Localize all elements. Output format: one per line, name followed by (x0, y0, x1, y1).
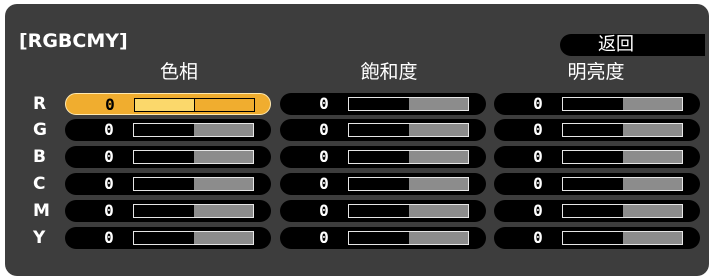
row-label: G (33, 120, 47, 140)
slider-track[interactable] (562, 150, 683, 164)
slider-value: 0 (104, 147, 114, 166)
adjust-slider[interactable]: 0 (65, 93, 271, 115)
adjust-slider[interactable]: 0 (494, 200, 700, 222)
slider-track[interactable] (133, 177, 254, 191)
slider-track[interactable] (348, 177, 469, 191)
slider-track[interactable] (562, 123, 683, 137)
slider-fill (349, 124, 409, 136)
slider-fill (563, 98, 623, 110)
adjust-slider[interactable]: 0 (280, 200, 486, 222)
adjust-slider[interactable]: 0 (494, 93, 700, 115)
adjust-slider[interactable]: 0 (494, 227, 700, 249)
adjust-slider[interactable]: 0 (65, 146, 271, 168)
row-label: R (33, 94, 47, 114)
slider-track[interactable] (348, 204, 469, 218)
slider-fill (563, 232, 623, 244)
slider-value: 0 (533, 94, 543, 113)
adjust-slider[interactable]: 0 (280, 173, 486, 195)
slider-fill (563, 151, 623, 163)
slider-value: 0 (319, 94, 329, 113)
column-header: 色相 (159, 61, 198, 83)
panel-title: [RGBCMY] (19, 30, 128, 52)
adjust-slider[interactable]: 0 (280, 93, 486, 115)
adjust-slider[interactable]: 0 (280, 227, 486, 249)
slider-fill (134, 124, 194, 136)
adjust-slider[interactable]: 0 (65, 200, 271, 222)
adjust-slider[interactable]: 0 (280, 119, 486, 141)
slider-track[interactable] (133, 231, 254, 245)
slider-track[interactable] (348, 123, 469, 137)
slider-track[interactable] (562, 177, 683, 191)
slider-value: 0 (105, 95, 115, 114)
column-header: 飽和度 (360, 61, 418, 83)
slider-value: 0 (319, 147, 329, 166)
slider-fill (134, 232, 194, 244)
adjust-slider[interactable]: 0 (494, 146, 700, 168)
slider-track[interactable] (562, 97, 683, 111)
slider-fill (563, 205, 623, 217)
slider-fill (563, 124, 623, 136)
slider-track[interactable] (348, 97, 469, 111)
slider-track[interactable] (133, 123, 254, 137)
slider-value: 0 (104, 174, 114, 193)
slider-value: 0 (533, 201, 543, 220)
slider-fill (349, 151, 409, 163)
column-header: 明亮度 (567, 61, 625, 83)
slider-fill (134, 178, 194, 190)
slider-track[interactable] (348, 150, 469, 164)
row-label: B (33, 147, 46, 167)
slider-fill (563, 178, 623, 190)
slider-track[interactable] (348, 231, 469, 245)
slider-track[interactable] (133, 150, 254, 164)
slider-track[interactable] (562, 204, 683, 218)
slider-fill (134, 205, 194, 217)
slider-value: 0 (533, 174, 543, 193)
slider-fill (349, 232, 409, 244)
adjust-slider[interactable]: 0 (65, 227, 271, 249)
slider-value: 0 (533, 120, 543, 139)
slider-fill (349, 98, 409, 110)
slider-value: 0 (319, 201, 329, 220)
slider-track[interactable] (562, 231, 683, 245)
row-label: C (33, 174, 46, 194)
slider-fill (349, 205, 409, 217)
slider-fill (134, 151, 194, 163)
slider-value: 0 (104, 120, 114, 139)
slider-value: 0 (319, 228, 329, 247)
back-button[interactable]: 返回 (560, 34, 705, 56)
adjust-slider[interactable]: 0 (65, 119, 271, 141)
slider-value: 0 (319, 120, 329, 139)
row-label: M (33, 201, 50, 221)
slider-fill (135, 99, 195, 111)
slider-fill (349, 178, 409, 190)
back-button-label: 返回 (598, 34, 634, 55)
adjust-slider[interactable]: 0 (494, 173, 700, 195)
slider-value: 0 (533, 228, 543, 247)
slider-value: 0 (319, 174, 329, 193)
slider-track[interactable] (133, 204, 254, 218)
slider-value: 0 (104, 201, 114, 220)
slider-value: 0 (104, 228, 114, 247)
adjust-slider[interactable]: 0 (65, 173, 271, 195)
adjust-slider[interactable]: 0 (280, 146, 486, 168)
adjust-slider[interactable]: 0 (494, 119, 700, 141)
row-label: Y (33, 228, 46, 248)
slider-value: 0 (533, 147, 543, 166)
slider-track[interactable] (134, 98, 255, 112)
